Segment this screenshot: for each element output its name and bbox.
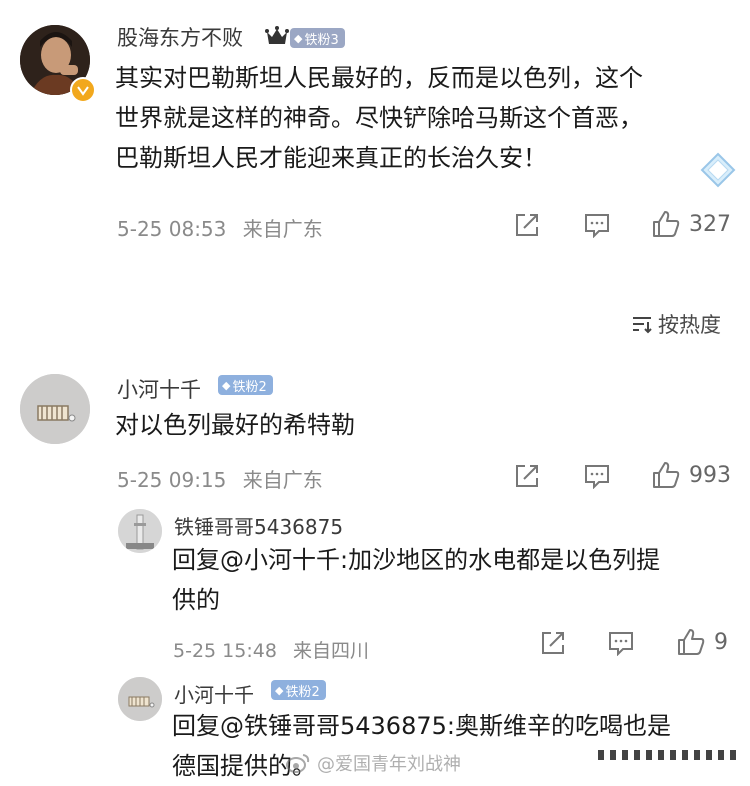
diamond-icon: ◆ <box>294 31 303 45</box>
diamond-icon: ◆ <box>222 378 231 392</box>
comment-meta: 5-25 09:15 来自广东 <box>117 464 323 493</box>
reply-text-line: 回复@小河十千:加沙地区的水电都是以色列提 <box>172 546 661 574</box>
sort-icon <box>633 317 652 334</box>
fan-badge-label: 铁粉3 <box>304 32 339 48</box>
like-icon <box>678 629 705 655</box>
share-button[interactable] <box>540 630 566 656</box>
comment-text-line: 世界就是这样的神奇。尽快铲除哈马斯这个首恶， <box>115 104 643 132</box>
sort-toggle[interactable]: 按热度 <box>630 309 721 339</box>
comment-username[interactable]: 小河十千 <box>117 374 201 404</box>
comment-text-line: 巴勒斯坦人民才能迎来真正的长治久安！ <box>115 144 547 172</box>
like-button[interactable]: 327 <box>651 209 731 239</box>
comment-text: 其实对巴勒斯坦人民最好的，反而是以色列，这个 世界就是这样的神奇。尽快铲除哈马斯… <box>115 58 643 178</box>
comment-button[interactable] <box>584 463 610 489</box>
reply-text: 回复@小河十千:加沙地区的水电都是以色列提 供的 <box>172 540 660 620</box>
loading-dots <box>598 750 738 760</box>
avatar[interactable] <box>20 374 90 444</box>
fan-badge: ◆ 铁粉2 <box>218 375 273 395</box>
comment-location: 来自广东 <box>242 468 323 492</box>
weibo-logo-icon <box>286 754 310 773</box>
fan-badge: ◆ 铁粉2 <box>271 680 326 700</box>
diamond-icon <box>698 150 738 194</box>
share-icon <box>516 214 538 236</box>
comment-username[interactable]: 股海东方不败 <box>117 22 243 52</box>
comment-icon <box>585 214 609 238</box>
comment-time: 5-25 09:15 <box>117 468 227 492</box>
avatar[interactable] <box>118 677 162 721</box>
like-count: 327 <box>689 211 731 237</box>
diamond-icon: ◆ <box>275 683 284 697</box>
like-count: 993 <box>689 462 731 488</box>
reply-time: 5-25 15:48 <box>173 640 277 662</box>
avatar[interactable] <box>118 509 162 553</box>
watermark-text: @爱国青年刘战神 <box>317 754 461 775</box>
share-button[interactable] <box>514 463 540 489</box>
like-icon <box>653 462 680 488</box>
reply-text-line: 回复@铁锤哥哥5436875:奥斯维辛的吃喝也是 <box>172 712 671 740</box>
like-count: 9 <box>714 629 728 655</box>
reply-location: 来自四川 <box>292 640 369 662</box>
share-icon <box>542 632 564 654</box>
like-button[interactable]: 993 <box>651 460 731 490</box>
share-icon <box>516 465 538 487</box>
verified-icon <box>70 77 96 103</box>
comment-button[interactable] <box>608 630 634 656</box>
comment-time: 5-25 08:53 <box>117 217 227 241</box>
reply-username[interactable]: 铁锤哥哥5436875 <box>174 511 343 540</box>
watermark: @爱国青年刘战神 <box>285 750 461 776</box>
like-button[interactable]: 9 <box>676 627 728 657</box>
comment-icon <box>609 632 633 656</box>
like-icon <box>653 211 680 237</box>
fan-badge: ◆ 铁粉3 <box>290 28 345 48</box>
reply-username[interactable]: 小河十千 <box>174 679 254 708</box>
comment-text: 对以色列最好的希特勒 <box>115 405 355 445</box>
comment-icon <box>585 465 609 489</box>
share-button[interactable] <box>514 212 540 238</box>
fan-badge-label: 铁粉2 <box>285 684 320 700</box>
comment-meta: 5-25 08:53 来自广东 <box>117 213 323 242</box>
sort-label: 按热度 <box>658 313 721 337</box>
reply-text-line: 供的 <box>172 586 220 614</box>
reply-meta: 5-25 15:48 来自四川 <box>173 636 369 663</box>
comment-button[interactable] <box>584 212 610 238</box>
comment-location: 来自广东 <box>242 217 323 241</box>
crown-icon <box>264 26 290 52</box>
comment-text-line: 其实对巴勒斯坦人民最好的，反而是以色列，这个 <box>115 64 643 92</box>
comment-text-line: 对以色列最好的希特勒 <box>115 411 355 439</box>
fan-badge-label: 铁粉2 <box>232 379 267 395</box>
